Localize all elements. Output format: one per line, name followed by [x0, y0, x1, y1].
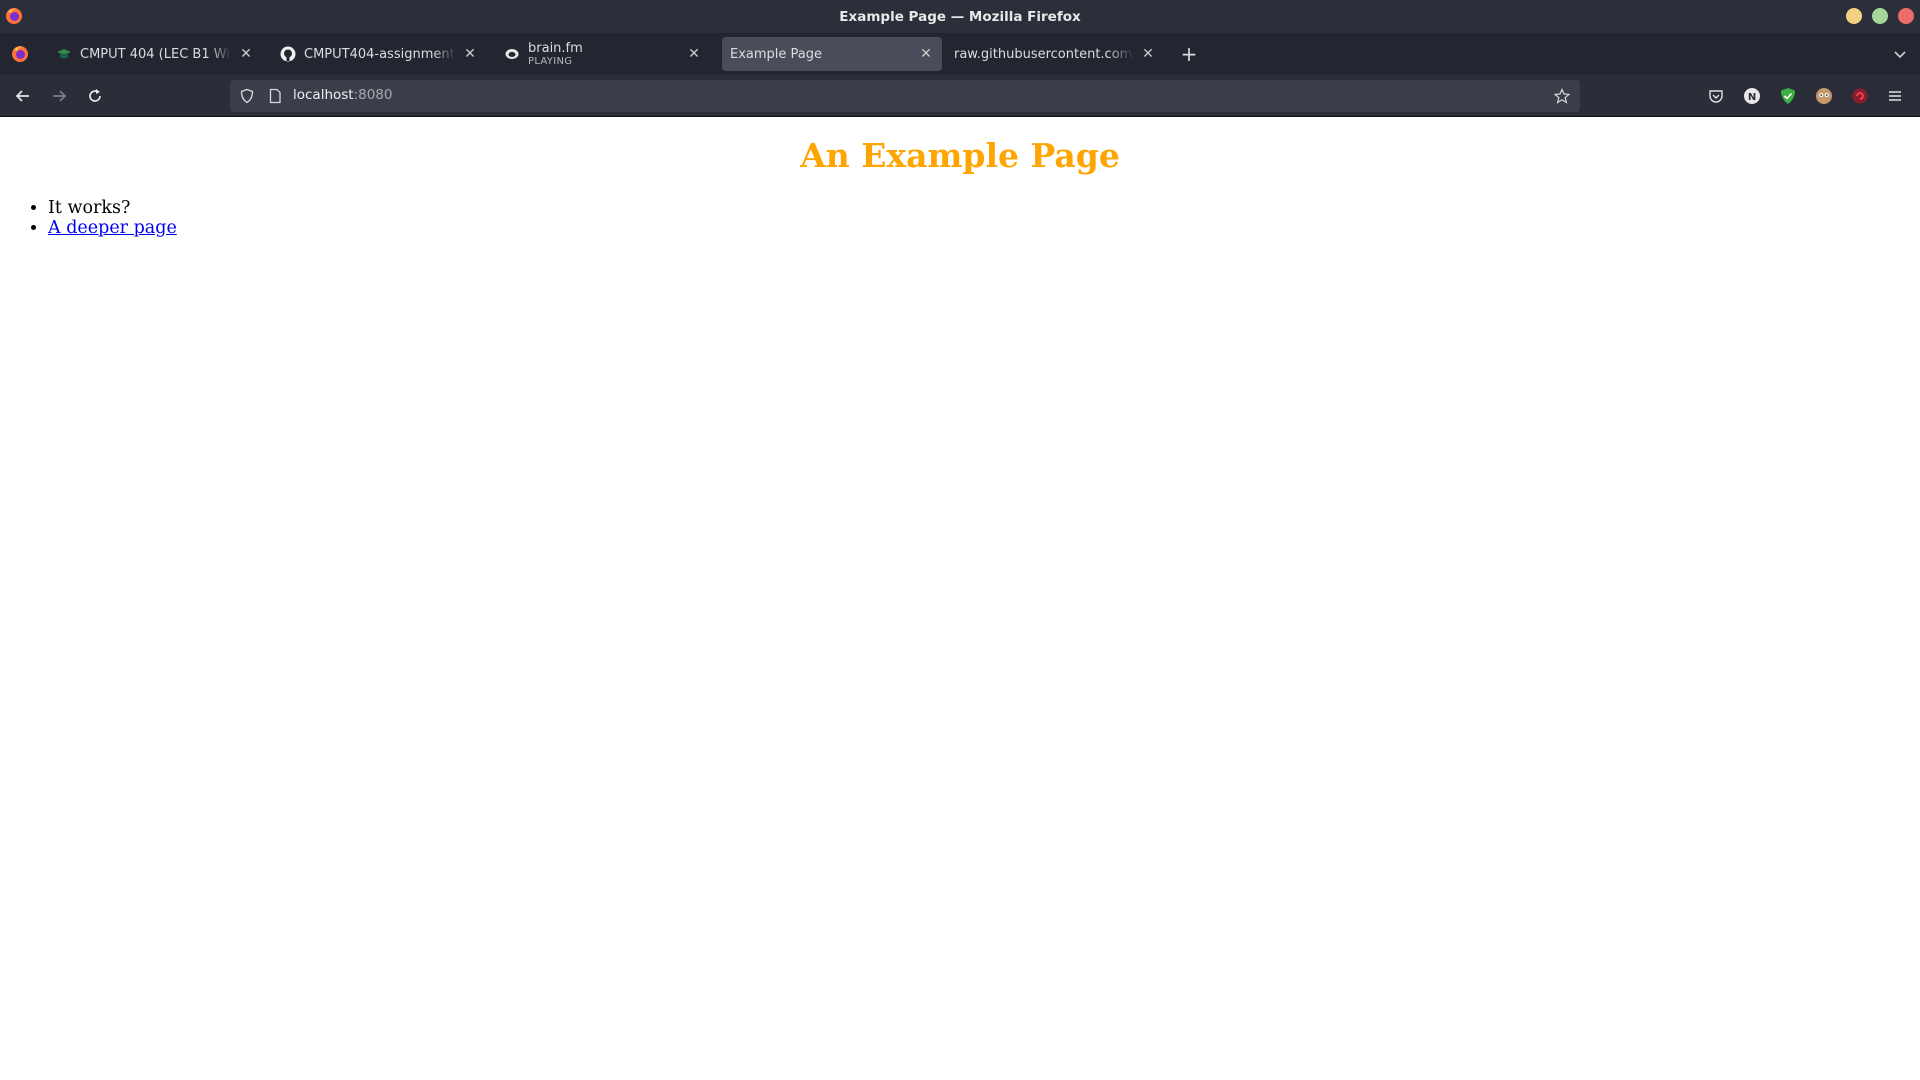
- firefox-icon: [6, 8, 22, 24]
- close-tab-icon[interactable]: ✕: [686, 46, 702, 62]
- close-tab-icon[interactable]: ✕: [1140, 46, 1156, 62]
- page-content: An Example Page It works? A deeper page: [0, 118, 1920, 1080]
- list-item: A deeper page: [48, 218, 177, 238]
- new-tab-icon[interactable]: +: [1180, 44, 1198, 64]
- navigation-toolbar: localhost:8080 N: [0, 75, 1920, 117]
- close-window-button[interactable]: [1898, 8, 1914, 24]
- tab-cmput404-eclass[interactable]: CMPUT 404 (LEC B1 Winter ✕: [48, 37, 262, 71]
- url-bar[interactable]: localhost:8080: [230, 80, 1580, 112]
- red-extension-icon[interactable]: [1851, 87, 1869, 105]
- reload-icon[interactable]: [86, 87, 104, 105]
- page-heading: An Example Page: [800, 136, 1120, 175]
- window-controls: [1846, 8, 1914, 24]
- tab-label: CMPUT 404 (LEC B1 Winter: [80, 46, 232, 62]
- tab-brainfm[interactable]: brain.fm PLAYING ✕: [496, 37, 710, 71]
- hamburger-menu-icon[interactable]: [1886, 87, 1904, 105]
- github-icon: [280, 46, 296, 62]
- tab-label: Example Page: [730, 46, 823, 62]
- tab-label: brain.fm PLAYING: [528, 41, 680, 67]
- privacy-badger-shield-icon[interactable]: [1779, 87, 1797, 105]
- list-item-text: It works?: [48, 198, 131, 218]
- url-host: localhost: [293, 87, 354, 103]
- pocket-icon[interactable]: [1707, 87, 1725, 105]
- tampermonkey-face-icon[interactable]: [1815, 87, 1833, 105]
- tab-raw-githubusercontent[interactable]: raw.githubusercontent.com/ne ✕: [946, 37, 1164, 71]
- close-tab-icon[interactable]: ✕: [238, 46, 254, 62]
- tracking-protection-shield-icon[interactable]: [239, 88, 255, 104]
- tab-example-page[interactable]: Example Page ✕: [722, 37, 942, 71]
- firefox-view-icon[interactable]: [11, 45, 29, 63]
- page-info-icon[interactable]: [267, 88, 283, 104]
- url-text[interactable]: localhost:8080: [293, 87, 393, 103]
- tab-label: CMPUT404-assignment-web: [304, 46, 456, 62]
- tab-strip: CMPUT 404 (LEC B1 Winter ✕ CMPUT404-assi…: [0, 33, 1920, 75]
- close-tab-icon[interactable]: ✕: [918, 46, 934, 62]
- maximize-button[interactable]: [1872, 8, 1888, 24]
- back-icon[interactable]: [14, 87, 32, 105]
- item-list: It works? A deeper page: [48, 198, 177, 238]
- bookmark-star-icon[interactable]: [1554, 88, 1570, 104]
- extension-n-icon[interactable]: N: [1743, 87, 1761, 105]
- tab-audio-status: PLAYING: [528, 56, 573, 67]
- window-title: Example Page — Mozilla Firefox: [839, 8, 1081, 25]
- list-item: It works?: [48, 198, 177, 218]
- svg-text:N: N: [1748, 92, 1756, 103]
- minimize-button[interactable]: [1846, 8, 1862, 24]
- tab-label: raw.githubusercontent.com/ne: [954, 46, 1134, 62]
- brainfm-icon: [504, 46, 520, 62]
- tab-github-assignment[interactable]: CMPUT404-assignment-web ✕: [272, 37, 486, 71]
- close-tab-icon[interactable]: ✕: [462, 46, 478, 62]
- deeper-page-link[interactable]: A deeper page: [48, 218, 177, 238]
- forward-icon[interactable]: [50, 87, 68, 105]
- graduation-cap-icon: [56, 46, 72, 62]
- list-all-tabs-icon[interactable]: [1892, 46, 1908, 62]
- window-titlebar: Example Page — Mozilla Firefox: [0, 0, 1920, 33]
- url-port: :8080: [353, 87, 393, 103]
